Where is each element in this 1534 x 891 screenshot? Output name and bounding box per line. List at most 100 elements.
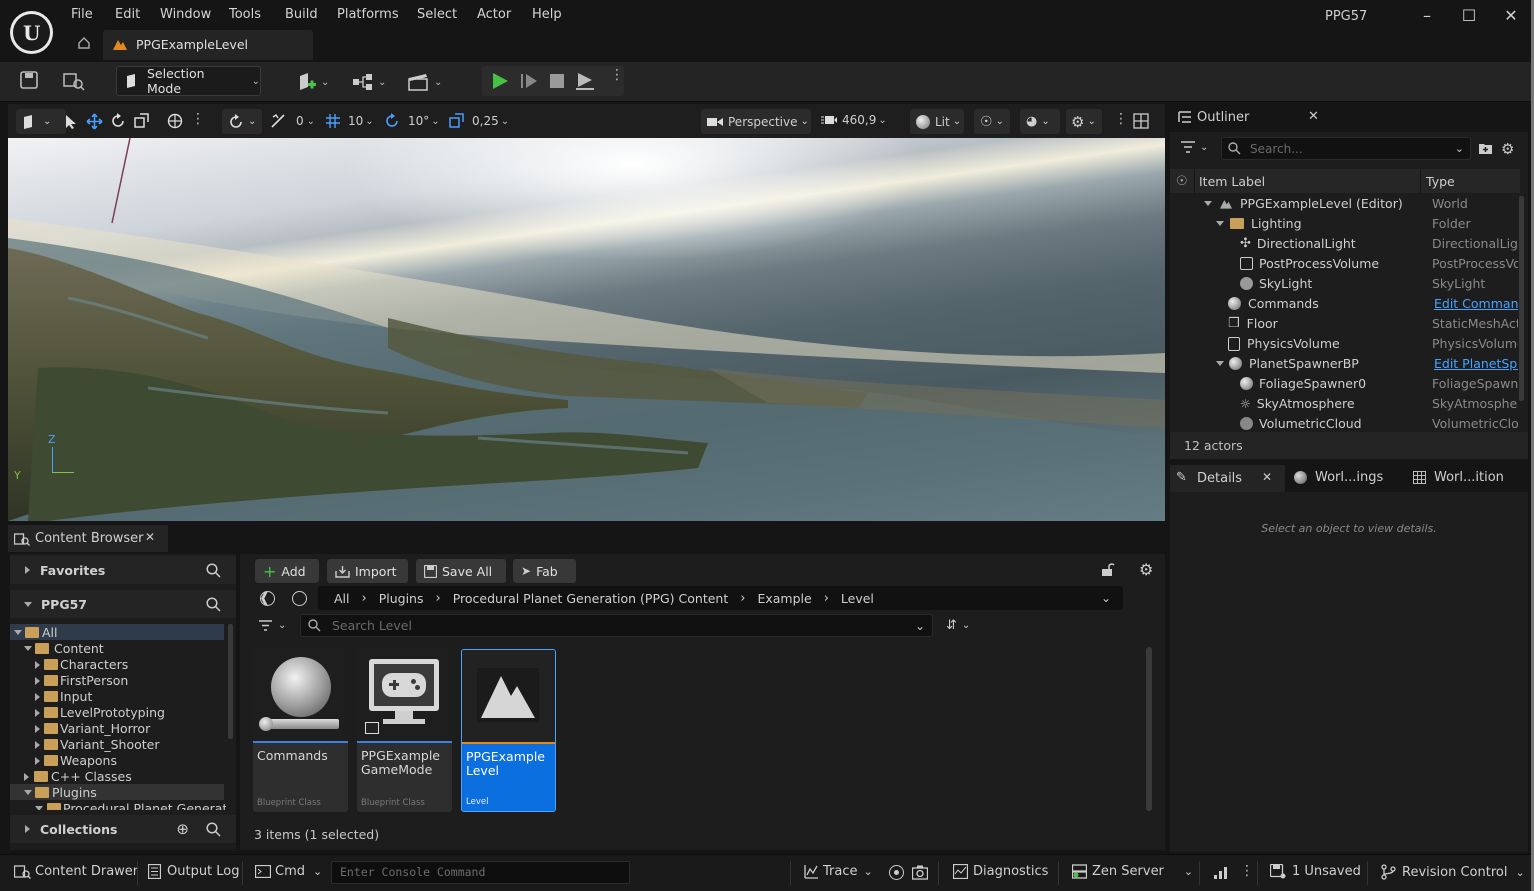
more-options-icon[interactable]: ⋮ [610,68,624,82]
play-icon[interactable] [491,72,509,90]
close-tab-icon[interactable]: ✕ [145,530,155,544]
expand-arrow-icon[interactable] [35,756,40,765]
maximize-icon[interactable]: ☐ [1458,6,1480,26]
fab-button[interactable]: ➤ Fab [513,559,576,583]
back-button[interactable] [260,591,275,606]
tree-item-characters[interactable]: Characters [35,657,128,672]
camera-speed-button[interactable]: 460,9 ⌄ [821,113,887,127]
tree-item-ppg[interactable]: Procedural Planet Generatio [35,801,226,810]
expand-arrow-icon[interactable] [25,566,30,574]
select-mode-button[interactable]: ⌄ [16,109,66,134]
menu-platforms[interactable]: Platforms [337,7,399,22]
menu-actor[interactable]: Actor [477,7,511,22]
asset-tile-commands[interactable]: Commands Blueprint Class [253,649,348,812]
scale-icon[interactable] [134,113,149,128]
save-icon[interactable] [20,71,38,89]
blueprint-button[interactable]: ⌄ [352,72,386,92]
expand-arrow-icon[interactable] [35,740,40,749]
asset-tile-level-selected[interactable]: PPGExample Level Level [461,649,556,812]
more-options-icon[interactable]: ⋮ [1114,111,1128,127]
asset-scrollbar[interactable] [1146,647,1152,811]
tab-content-browser[interactable]: Content Browser ✕ [8,525,168,552]
filter-button[interactable]: ⌄ [258,619,286,632]
menu-select[interactable]: Select [417,7,457,22]
column-type[interactable]: Type [1426,174,1455,189]
layout-icon[interactable] [1133,113,1149,129]
outliner-search-input[interactable]: Search... ⌄ [1221,137,1471,160]
breadcrumb-ppg-content[interactable]: Procedural Planet Generation (PPG) Conte… [453,591,729,606]
expand-arrow-icon[interactable] [24,772,29,781]
tab-world-settings[interactable]: Worl...ings [1294,470,1383,485]
zen-server-dropdown[interactable]: Zen Server ⌄ [1072,864,1193,879]
tree-item-cpp-classes[interactable]: C++ Classes [24,769,132,784]
search-icon[interactable] [206,596,221,612]
output-log-button[interactable]: Output Log [148,864,240,879]
outliner-row[interactable]: PPGExampleLevel (Editor) [1204,196,1403,211]
expand-arrow-icon[interactable] [24,646,32,651]
menu-help[interactable]: Help [532,7,562,22]
sort-button[interactable]: ⇵ ⌄ [946,618,970,633]
record-icon[interactable] [889,865,904,880]
outliner-row[interactable]: PhysicsVolume [1228,336,1340,351]
asset-search-input[interactable]: Search Level ⌄ [300,614,933,637]
close-window-icon[interactable]: ✕ [1500,6,1522,26]
outliner-row[interactable]: VolumetricCloud [1240,416,1362,431]
breadcrumb-example[interactable]: Example [757,591,811,606]
tree-item-content[interactable]: Content [24,641,104,656]
more-options-icon[interactable]: ⋮ [191,111,205,127]
outliner-row[interactable]: ❒ Floor [1228,316,1278,331]
tree-item-all[interactable]: All [14,625,58,640]
close-tab-icon[interactable]: ✕ [1262,470,1272,484]
tree-item-input[interactable]: Input [35,689,92,704]
chevron-right-icon[interactable]: › [740,591,745,606]
screenshot-icon[interactable] [912,865,928,880]
menu-edit[interactable]: Edit [115,7,140,22]
expand-arrow-icon[interactable] [1216,361,1224,366]
minimize-icon[interactable]: – [1416,6,1438,26]
unreal-logo-icon[interactable]: U [10,11,53,54]
more-options-icon[interactable]: ⋮ [1240,863,1254,879]
settings-dropdown[interactable]: ⚙ ⌄ [1066,109,1102,134]
expand-arrow-icon[interactable] [35,692,40,701]
expand-arrow-icon[interactable] [24,790,32,795]
scale-snap-button[interactable]: 0,25 ⌄ [449,113,509,129]
tab-level[interactable]: PPGExampleLevel [103,30,313,60]
outliner-row[interactable]: Commands [1228,296,1319,311]
column-item-label[interactable]: Item Label [1199,174,1265,189]
project-section[interactable]: PPG57 [10,590,236,618]
expand-arrow-icon[interactable] [1204,201,1212,206]
grid-snap-button[interactable]: 10 ⌄ [325,113,374,129]
level-viewport[interactable]: Z Y [8,138,1165,521]
tab-world-partition[interactable]: Worl...ition [1413,470,1504,485]
expand-arrow-icon[interactable] [35,708,40,717]
tree-item-plugins[interactable]: Plugins [24,785,97,800]
outliner-row[interactable]: SkyLight [1240,276,1312,291]
browse-icon[interactable] [63,71,85,91]
expand-arrow-icon[interactable] [1216,221,1224,226]
tree-scrollbar[interactable] [228,624,233,739]
cmd-dropdown[interactable]: Cmd ⌄ [255,864,322,879]
revision-control-dropdown[interactable]: Revision Control ⌄ [1381,864,1525,880]
show-dropdown[interactable]: ☉ ⌄ [974,109,1010,134]
select-arrow-icon[interactable] [65,114,77,130]
trace-dropdown[interactable]: Trace ⌄ [804,864,873,879]
lit-dropdown[interactable]: Lit ⌄ [910,109,964,134]
edit-planet-spawner-link[interactable]: Edit PlanetSpawnerBP [1434,356,1518,371]
visibility-eye-icon[interactable]: ☉ [1176,174,1188,189]
menu-tools[interactable]: Tools [229,7,261,22]
chevron-right-icon[interactable]: › [435,591,440,606]
tab-details[interactable]: ✎ Details ✕ [1170,465,1285,492]
search-icon[interactable] [206,821,221,837]
expand-arrow-icon[interactable] [25,825,30,833]
expand-arrow-icon[interactable] [35,676,40,685]
outliner-row[interactable]: PostProcessVolume [1240,256,1379,271]
save-all-button[interactable]: Save All [416,559,506,583]
favorites-section[interactable]: Favorites [10,556,236,584]
tree-item-variant-shooter[interactable]: Variant_Shooter [35,737,159,752]
menu-window[interactable]: Window [160,7,211,22]
selection-mode-dropdown[interactable]: Selection Mode ⌄ [116,66,261,96]
resources-icon[interactable] [1214,867,1228,879]
home-icon[interactable] [77,36,91,50]
world-space-icon[interactable] [167,113,183,129]
snap-toggle[interactable]: 0 ⌄ [270,113,315,129]
